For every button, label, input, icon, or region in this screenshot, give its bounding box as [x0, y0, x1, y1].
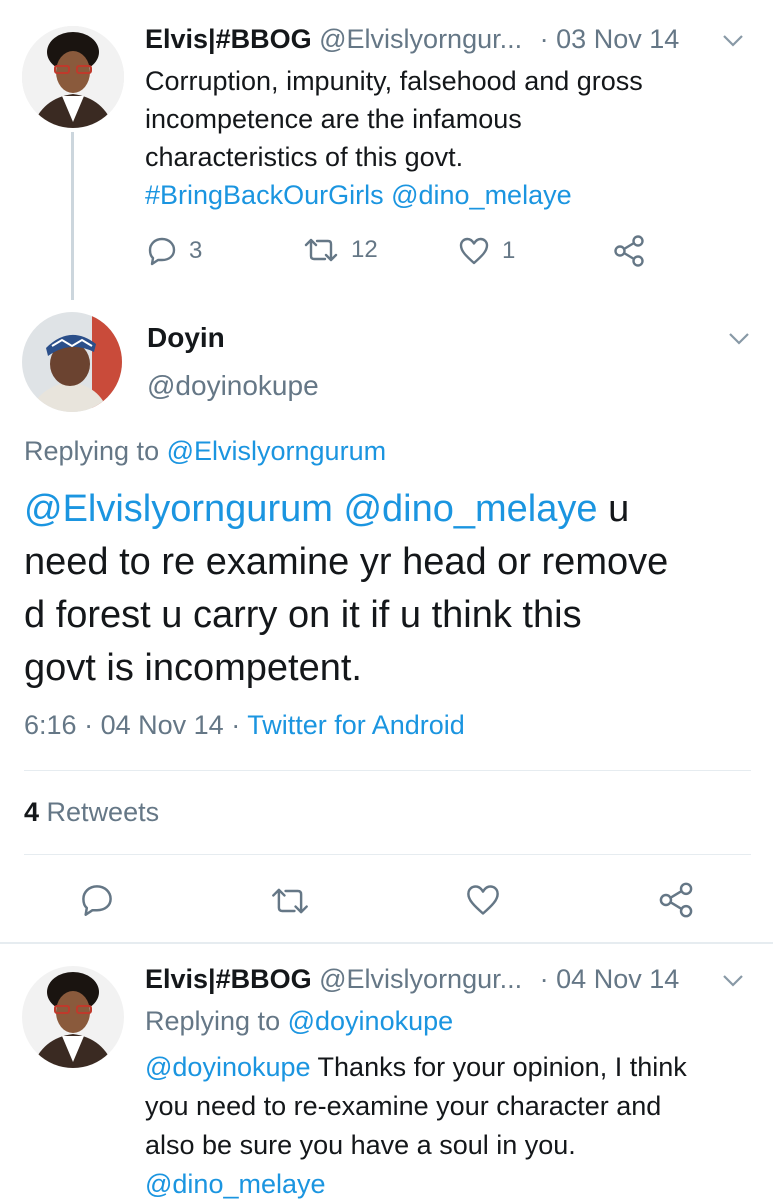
- tweet-3-body: @doyinokupe Thanks for your opinion, I t…: [145, 1048, 687, 1204]
- replying-to-link[interactable]: @Elvislyorngurum: [167, 436, 386, 466]
- tweet-1-header: Elvis|#BBOG @Elvislyorngur... · 03 Nov 1…: [145, 24, 679, 55]
- retweet-icon: [270, 885, 310, 917]
- author-handle[interactable]: @Elvislyorngur...: [319, 964, 522, 994]
- tweet-date: 04 Nov 14: [100, 710, 224, 740]
- divider: [24, 770, 751, 771]
- avatar-elvis[interactable]: [22, 966, 124, 1068]
- chevron-down-icon[interactable]: [728, 332, 750, 351]
- like-count: 1: [502, 237, 516, 264]
- share-icon: [612, 234, 646, 268]
- retweet-icon: [303, 236, 339, 264]
- tweet-date[interactable]: 04 Nov 14: [556, 964, 679, 994]
- replying-to-label: Replying to: [24, 436, 160, 466]
- tweet-meta: 6:16 · 04 Nov 14 · Twitter for Android: [24, 710, 465, 741]
- like-icon: [458, 236, 490, 266]
- replying-to-link[interactable]: @doyinokupe: [288, 1006, 454, 1036]
- reply-count: 3: [189, 237, 203, 264]
- author-handle[interactable]: @doyinokupe: [147, 370, 319, 402]
- meta-separator: ·: [231, 710, 241, 740]
- tweet-text-line: Corruption, impunity, falsehood and gros…: [145, 66, 643, 96]
- chevron-down-icon[interactable]: [722, 34, 744, 53]
- share-icon: [657, 881, 695, 919]
- reply-button[interactable]: 3: [147, 236, 202, 266]
- replying-to: Replying to @doyinokupe: [145, 1006, 453, 1037]
- mention-link[interactable]: @Elvislyorngurum: [24, 488, 333, 530]
- dot-separator: ·: [539, 24, 549, 54]
- tweet-text-line: need to re examine yr head or remove: [24, 541, 669, 583]
- tweet-3-header: Elvis|#BBOG @Elvislyorngur... · 04 Nov 1…: [145, 964, 679, 995]
- meta-separator: ·: [84, 710, 94, 740]
- like-button[interactable]: [465, 883, 501, 917]
- divider: [24, 854, 751, 855]
- tweet-1-body: Corruption, impunity, falsehood and gros…: [145, 62, 643, 214]
- tweet-time: 6:16: [24, 710, 77, 740]
- reply-icon: [80, 883, 114, 917]
- hashtag-link[interactable]: #BringBackOurGirls: [145, 180, 384, 210]
- tweet-text-line: you need to re-examine your character an…: [145, 1091, 662, 1121]
- replying-to: Replying to @Elvislyorngurum: [24, 436, 386, 467]
- mention-link[interactable]: @dino_melaye: [343, 488, 597, 530]
- author-name[interactable]: Elvis|#BBOG: [145, 964, 312, 994]
- avatar-doyin[interactable]: [22, 312, 122, 412]
- chevron-down-icon[interactable]: [722, 974, 744, 993]
- mention-link[interactable]: @dino_melaye: [145, 1165, 687, 1204]
- reply-icon: [147, 236, 177, 266]
- share-button[interactable]: [612, 234, 646, 268]
- author-name[interactable]: Elvis|#BBOG: [145, 24, 312, 54]
- section-divider: [0, 942, 773, 944]
- replying-to-label: Replying to: [145, 1006, 281, 1036]
- like-button[interactable]: 1: [458, 236, 515, 266]
- tweet-date[interactable]: 03 Nov 14: [556, 24, 679, 54]
- retweet-stats[interactable]: 4 Retweets: [24, 797, 159, 828]
- share-button[interactable]: [657, 881, 695, 919]
- dot-separator: ·: [539, 964, 549, 994]
- avatar-elvis[interactable]: [22, 26, 124, 128]
- tweet-text-fragment: u: [608, 488, 630, 530]
- tweet-text-line: govt is incompetent.: [24, 647, 362, 689]
- retweet-total: 4: [24, 797, 40, 827]
- thread-line: [71, 132, 74, 300]
- tweet-source[interactable]: Twitter for Android: [247, 710, 465, 740]
- mention-link[interactable]: @doyinokupe: [145, 1052, 311, 1082]
- tweet-text-fragment: Thanks for your opinion, I think: [317, 1052, 687, 1082]
- tweet-text-line: characteristics of this govt.: [145, 142, 464, 172]
- tweet-text-line: also be sure you have a soul in you.: [145, 1130, 576, 1160]
- retweet-button[interactable]: 12: [303, 236, 378, 264]
- mention-link[interactable]: @dino_melaye: [391, 180, 572, 210]
- tweet-text: @Elvislyorngurum @dino_melaye u need to …: [24, 483, 668, 695]
- retweet-total-label: Retweets: [46, 797, 160, 827]
- retweet-button[interactable]: [270, 885, 310, 917]
- tweet-text-line: d forest u carry on it if u think this: [24, 594, 582, 636]
- retweet-count: 12: [351, 236, 378, 263]
- reply-button[interactable]: [80, 883, 114, 917]
- author-name[interactable]: Doyin: [147, 322, 225, 354]
- like-icon: [465, 883, 501, 917]
- author-handle[interactable]: @Elvislyorngur...: [319, 24, 522, 54]
- tweet-text-line: incompetence are the infamous: [145, 104, 522, 134]
